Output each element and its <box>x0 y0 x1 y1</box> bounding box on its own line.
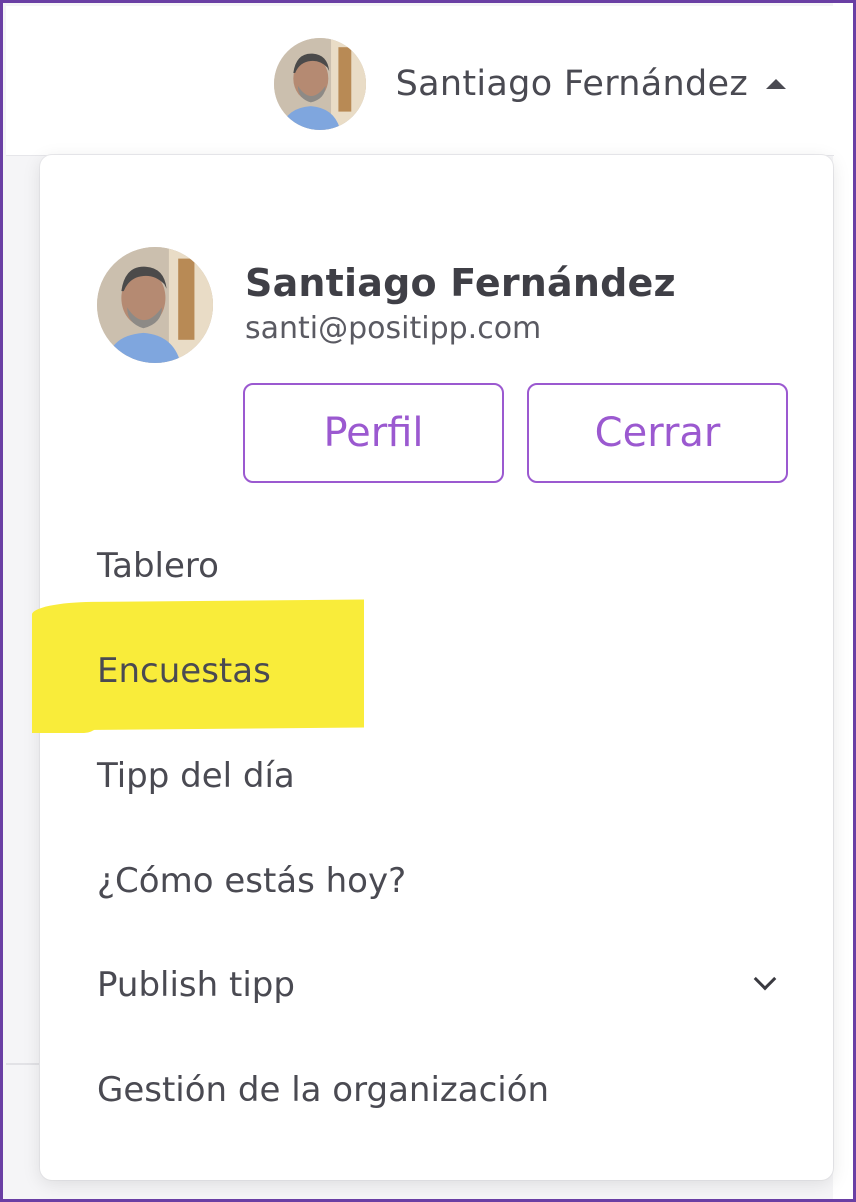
screenshot-frame: Santiago Fernández Santiago Fernández sa… <box>0 0 856 1202</box>
top-bar: Santiago Fernández <box>6 6 834 156</box>
menu-item-label: ¿Cómo estás hoy? <box>97 861 407 901</box>
user-menu-toggle[interactable]: Santiago Fernández <box>273 36 786 132</box>
user-dropdown-menu: Santiago Fernández santi@positipp.com Pe… <box>32 155 833 1180</box>
chevron-down-icon <box>753 967 777 991</box>
avatar <box>97 247 213 363</box>
caret-up-icon <box>766 79 786 89</box>
menu-item-label: Publish tipp <box>97 965 295 1005</box>
profile-header: Santiago Fernández santi@positipp.com <box>97 247 676 363</box>
menu-item-label: Gestión de la organización <box>97 1070 550 1110</box>
menu-item-label: Tablero <box>97 546 219 586</box>
menu-item-label: Tipp del día <box>97 756 295 796</box>
avatar-photo <box>273 38 366 130</box>
profile-name: Santiago Fernández <box>245 261 676 305</box>
profile-info: Santiago Fernández santi@positipp.com <box>245 261 676 346</box>
avatar-photo <box>97 247 213 363</box>
close-button[interactable]: Cerrar <box>527 383 788 483</box>
menu-item-publish-tipp[interactable]: Publish tipp <box>40 933 833 1037</box>
divider <box>6 1063 40 1065</box>
page-background <box>833 3 853 1199</box>
menu-item-tipp-del-dia[interactable]: Tipp del día <box>40 724 833 828</box>
profile-button[interactable]: Perfil <box>243 383 504 483</box>
avatar <box>273 38 366 130</box>
menu-item-gestion-organizacion[interactable]: Gestión de la organización <box>40 1038 833 1142</box>
menu-item-tablero[interactable]: Tablero <box>40 514 833 618</box>
menu-item-encuestas[interactable]: Encuestas <box>40 619 833 723</box>
header-user-name: Santiago Fernández <box>395 64 748 104</box>
menu-item-label: Encuestas <box>97 651 271 691</box>
menu-item-como-estas-hoy[interactable]: ¿Cómo estás hoy? <box>40 829 833 933</box>
profile-email: santi@positipp.com <box>245 311 542 346</box>
